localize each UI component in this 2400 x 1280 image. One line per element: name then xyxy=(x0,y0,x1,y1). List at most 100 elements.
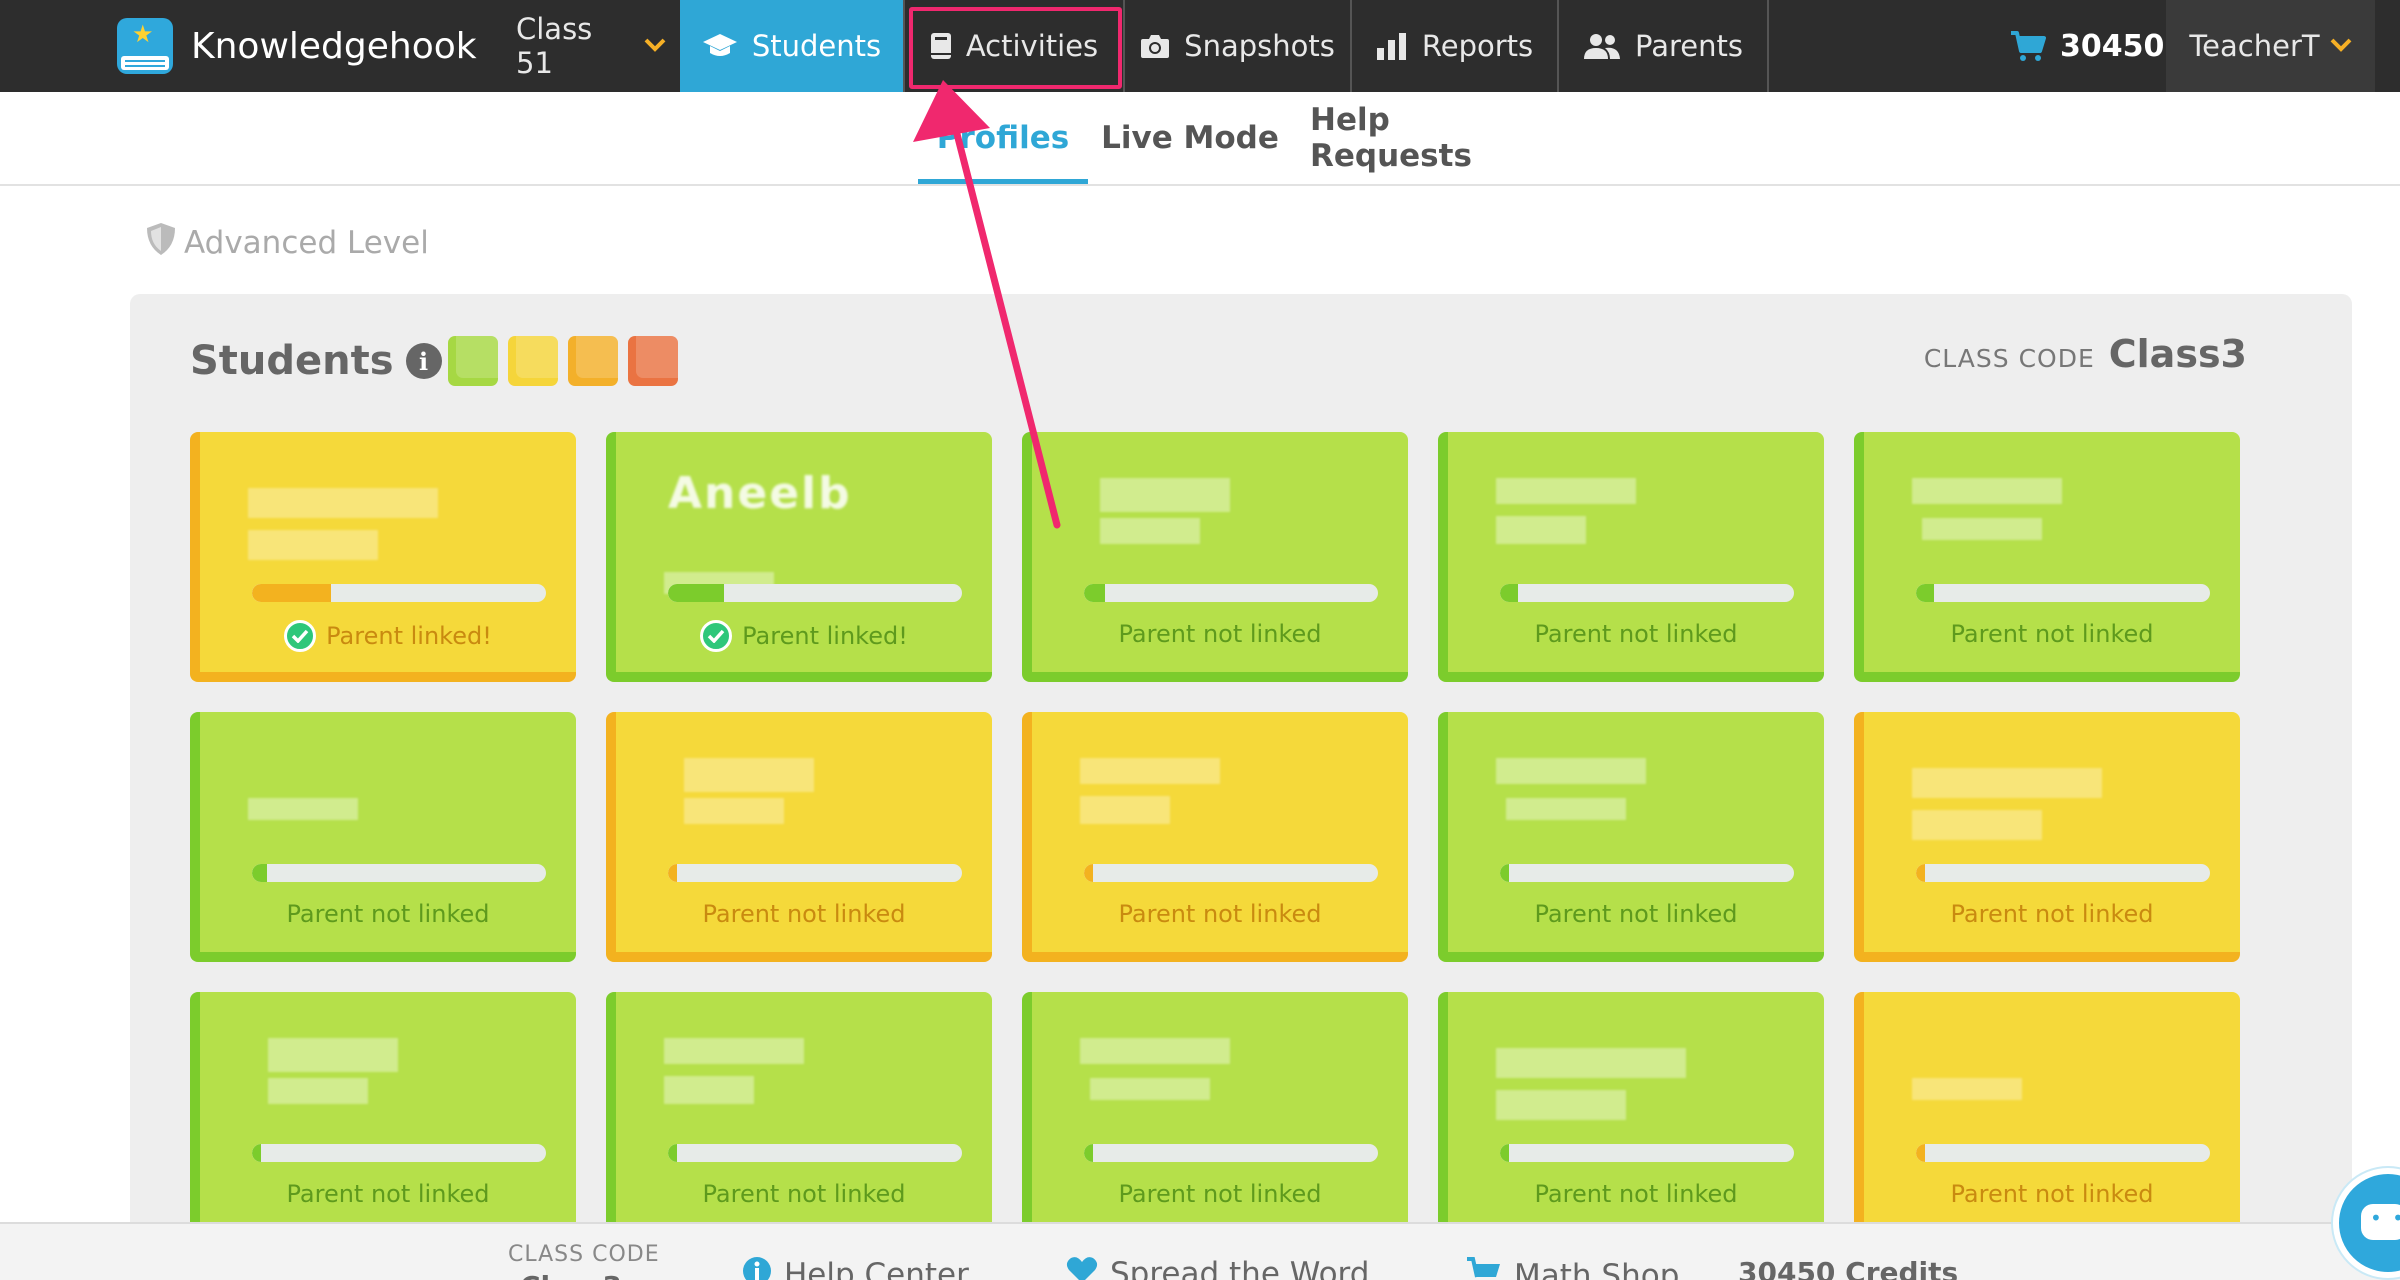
swatch-green[interactable] xyxy=(448,336,498,386)
activities-highlight-box xyxy=(909,7,1122,89)
student-card[interactable]: Parent not linked xyxy=(1022,712,1408,962)
nav-reports-label: Reports xyxy=(1421,29,1534,63)
student-card[interactable]: Parent not linked xyxy=(1438,992,1824,1242)
progress-fill xyxy=(252,1144,261,1162)
tab-help-requests[interactable]: Help Requests xyxy=(1310,92,1550,184)
parent-link-status: Parent not linked xyxy=(1448,900,1824,928)
nav-reports[interactable]: Reports xyxy=(1352,0,1557,92)
student-progress-bar xyxy=(1916,1144,2210,1162)
student-card[interactable]: Parent not linked xyxy=(1022,992,1408,1242)
student-card[interactable]: Parent not linked xyxy=(1022,432,1408,682)
camera-icon xyxy=(1140,33,1170,59)
progress-fill xyxy=(1916,864,1925,882)
chevron-down-icon xyxy=(2330,34,2352,59)
user-menu[interactable]: TeacherT xyxy=(2166,0,2375,92)
parent-link-status-label: Parent not linked xyxy=(1118,1180,1322,1208)
swatch-yellow[interactable] xyxy=(508,336,558,386)
parent-link-status: Parent not linked xyxy=(1032,1180,1408,1208)
student-card[interactable]: Parent not linked xyxy=(190,712,576,962)
credits-count: 30450 xyxy=(2060,28,2165,64)
student-name-redacted xyxy=(1912,758,2112,846)
student-card[interactable]: Parent not linked xyxy=(1854,992,2240,1242)
footer-spread-word[interactable]: Spread the Word xyxy=(1066,1256,1369,1280)
parent-link-status-label: Parent not linked xyxy=(1118,620,1322,648)
student-card[interactable]: Parent not linked xyxy=(1438,432,1824,682)
student-name-redacted xyxy=(1496,478,1696,566)
swatch-red[interactable] xyxy=(628,336,678,386)
student-progress-bar xyxy=(668,584,962,602)
progress-fill xyxy=(1916,1144,1925,1162)
student-card[interactable]: Parent not linked xyxy=(606,992,992,1242)
parent-link-status: Parent not linked xyxy=(1032,620,1408,648)
nav-snapshots[interactable]: Snapshots xyxy=(1125,0,1350,92)
user-name: TeacherT xyxy=(2189,29,2320,63)
nav-students[interactable]: Students xyxy=(680,0,903,92)
parent-link-status-label: Parent not linked xyxy=(1950,1180,2154,1208)
student-name-redacted xyxy=(248,758,448,846)
check-circle-icon xyxy=(284,620,317,652)
footer-help-center[interactable]: Help Center xyxy=(742,1256,969,1280)
student-card[interactable]: Aneelb Parent linked! xyxy=(606,432,992,682)
level-indicator[interactable]: Advanced Level xyxy=(146,222,429,264)
nav-snapshots-label: Snapshots xyxy=(1184,29,1335,63)
footer: CLASS CODE Class3 Help Center Spread the… xyxy=(0,1222,2400,1280)
parent-link-status-label: Parent not linked xyxy=(1534,620,1738,648)
level-label: Advanced Level xyxy=(184,225,429,261)
students-heading: Students xyxy=(190,338,394,384)
progress-fill xyxy=(1500,1144,1509,1162)
student-progress-bar xyxy=(1916,864,2210,882)
parent-link-status-label: Parent not linked xyxy=(1950,620,2154,648)
student-card[interactable]: Parent linked! xyxy=(190,432,576,682)
tab-profiles[interactable]: Profiles xyxy=(918,92,1088,184)
student-card[interactable]: Parent not linked xyxy=(606,712,992,962)
student-progress-bar xyxy=(1500,1144,1794,1162)
student-progress-bar xyxy=(668,1144,962,1162)
parent-link-status-label: Parent not linked xyxy=(702,900,906,928)
student-name-redacted xyxy=(1080,758,1280,846)
parent-link-status: Parent not linked xyxy=(1864,1180,2240,1208)
progress-fill xyxy=(1084,1144,1093,1162)
info-icon[interactable]: i xyxy=(405,343,442,379)
student-card[interactable]: Parent not linked xyxy=(190,992,576,1242)
check-circle-icon xyxy=(700,620,733,652)
credits-button[interactable]: 30450 xyxy=(2010,0,2165,92)
progress-fill xyxy=(1916,584,1934,602)
parent-link-status-label: Parent linked! xyxy=(326,622,492,650)
class-selector[interactable]: Class 51 xyxy=(516,0,666,92)
footer-class-code-value: Class3 xyxy=(520,1270,622,1280)
student-card[interactable]: Parent not linked xyxy=(1438,712,1824,962)
nav-parents[interactable]: Parents xyxy=(1559,0,1767,92)
student-progress-bar xyxy=(1916,584,2210,602)
parent-link-status: Parent linked! xyxy=(616,620,992,652)
student-name-redacted xyxy=(248,1038,448,1126)
student-progress-bar xyxy=(252,864,546,882)
tab-live-mode[interactable]: Live Mode xyxy=(1100,92,1280,184)
footer-math-shop[interactable]: Math Shop xyxy=(1466,1256,1679,1280)
bar-chart-icon xyxy=(1376,32,1408,60)
parent-link-status: Parent not linked xyxy=(1864,900,2240,928)
shopping-cart-icon xyxy=(1466,1256,1502,1280)
student-name-redacted xyxy=(1912,478,2112,566)
chat-bubble-icon xyxy=(2361,1204,2400,1240)
student-progress-bar xyxy=(1084,864,1378,882)
brand-name: Knowledgehook xyxy=(191,25,477,67)
parent-link-status-label: Parent not linked xyxy=(1534,1180,1738,1208)
student-progress-bar xyxy=(252,1144,546,1162)
info-circle-icon xyxy=(742,1256,772,1280)
progress-fill xyxy=(1084,864,1093,882)
student-progress-bar xyxy=(668,864,962,882)
student-progress-bar xyxy=(1084,584,1378,602)
parent-link-status-label: Parent not linked xyxy=(1950,900,2154,928)
swatch-orange[interactable] xyxy=(568,336,618,386)
sub-navigation: Profiles Live Mode Help Requests xyxy=(0,92,2400,186)
progress-fill xyxy=(668,584,724,602)
student-card[interactable]: Parent not linked xyxy=(1854,432,2240,682)
student-name-redacted xyxy=(1496,1038,1696,1126)
parent-link-status-label: Parent not linked xyxy=(286,900,490,928)
student-name-redacted xyxy=(1912,1038,2112,1126)
parent-link-status: Parent not linked xyxy=(616,900,992,928)
student-name-redacted xyxy=(1080,1038,1280,1126)
progress-fill xyxy=(1500,864,1509,882)
student-card[interactable]: Parent not linked xyxy=(1854,712,2240,962)
brand[interactable]: ★ Knowledgehook xyxy=(117,14,477,78)
